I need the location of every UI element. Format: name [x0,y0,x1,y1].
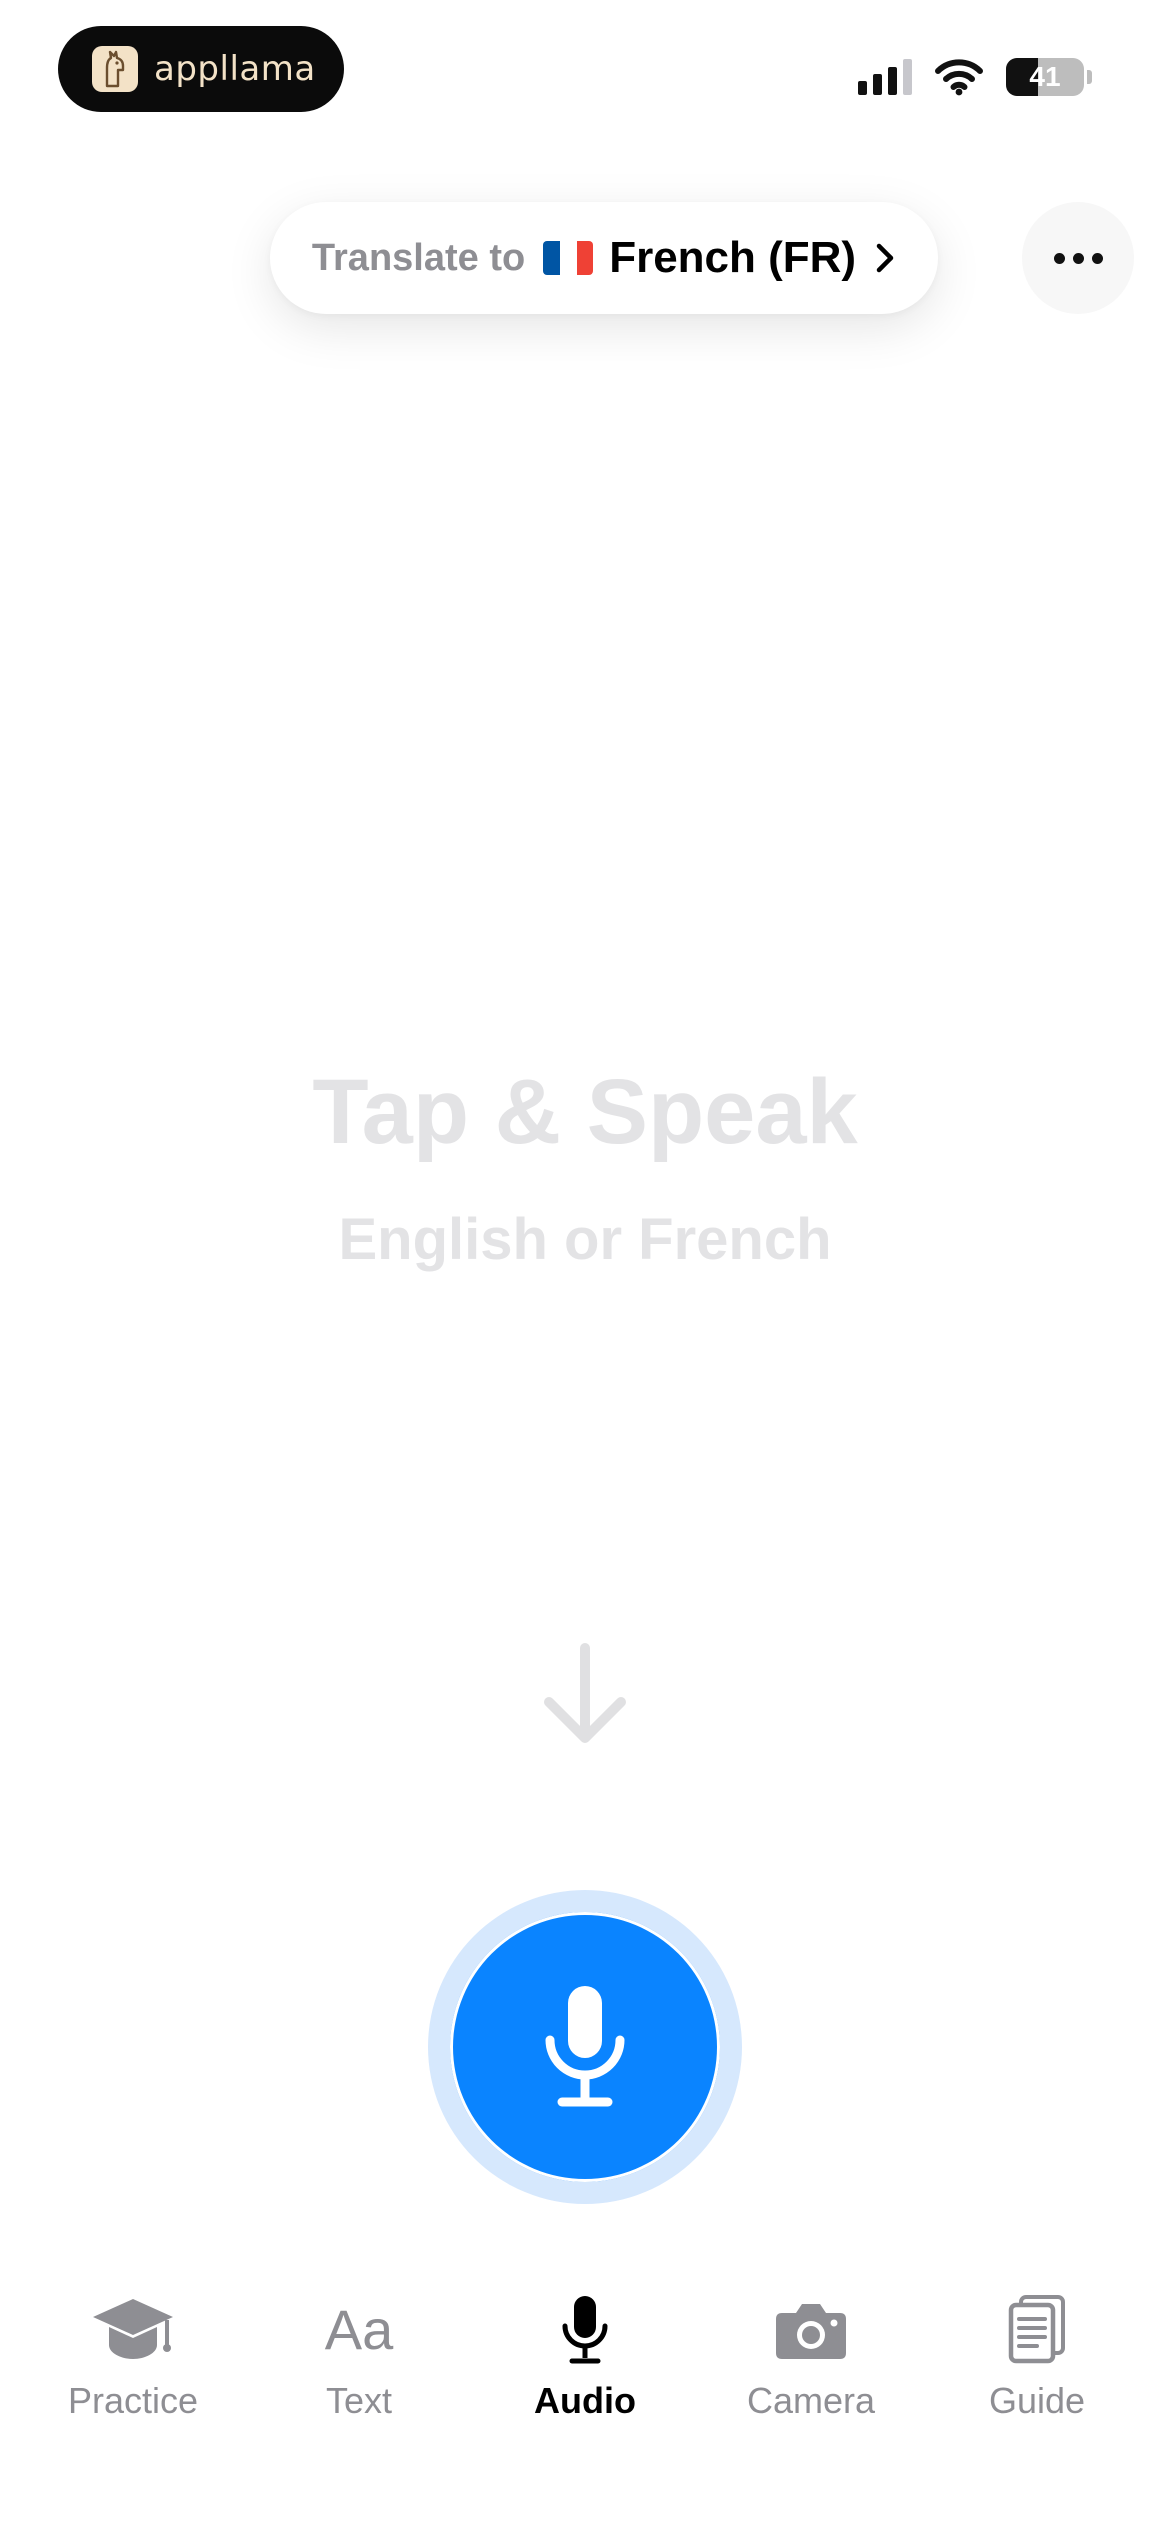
status-indicators: 41 [858,52,1092,102]
translate-label: Translate to [311,236,526,279]
tab-audio[interactable]: Audio [485,2290,685,2440]
more-dot-icon [1072,252,1084,264]
bottom-tab-bar: Practice Aa Text Audio Camera Guide [0,2290,1170,2440]
more-dot-icon [1053,252,1065,264]
tab-label: Practice [67,2380,199,2421]
tab-label: Text [325,2380,393,2421]
app-screen: appllama 41 Translate to French (FR) Tap… [0,0,1170,2532]
record-mic-button[interactable] [450,1912,720,2182]
tab-label: Guide [988,2380,1086,2421]
prompt-title: Tap & Speak [312,1061,858,1163]
arrow-down-icon [544,1643,626,1743]
flag-stripe-blue [543,241,560,275]
brand-name: appllama [154,49,316,89]
cellular-signal-icon [858,59,912,95]
more-dot-icon [1091,252,1103,264]
flag-stripe-red [576,241,594,275]
battery-cap [1087,70,1092,84]
more-options-button[interactable] [1022,202,1134,314]
tab-guide[interactable]: Guide [937,2290,1137,2440]
chevron-right-icon [874,241,896,275]
camera-icon [774,2290,848,2370]
llama-logo-icon [92,46,138,92]
tab-practice[interactable]: Practice [33,2290,233,2440]
battery-icon: 41 [1006,58,1084,96]
microphone-icon [559,2290,611,2370]
tab-camera[interactable]: Camera [711,2290,911,2440]
wifi-icon [935,59,983,96]
french-flag-icon [543,241,594,275]
text-aa-icon: Aa [324,2298,394,2361]
battery-level: 41 [1029,61,1061,92]
mic-button-ring[interactable] [428,1890,742,2204]
prompt-subtitle: English or French [338,1207,832,1272]
microphone-icon [545,1986,625,2107]
brand-badge[interactable]: appllama [58,26,344,112]
flag-stripe-white [559,241,577,275]
tab-text[interactable]: Aa Text [259,2290,459,2440]
document-guide-icon [1007,2290,1067,2370]
target-language: French (FR) [609,233,857,282]
tab-label: Camera [746,2380,876,2421]
graduation-cap-icon [91,2290,175,2370]
tab-label: Audio [534,2380,636,2421]
translate-language-selector[interactable]: Translate to French (FR) [270,202,938,314]
